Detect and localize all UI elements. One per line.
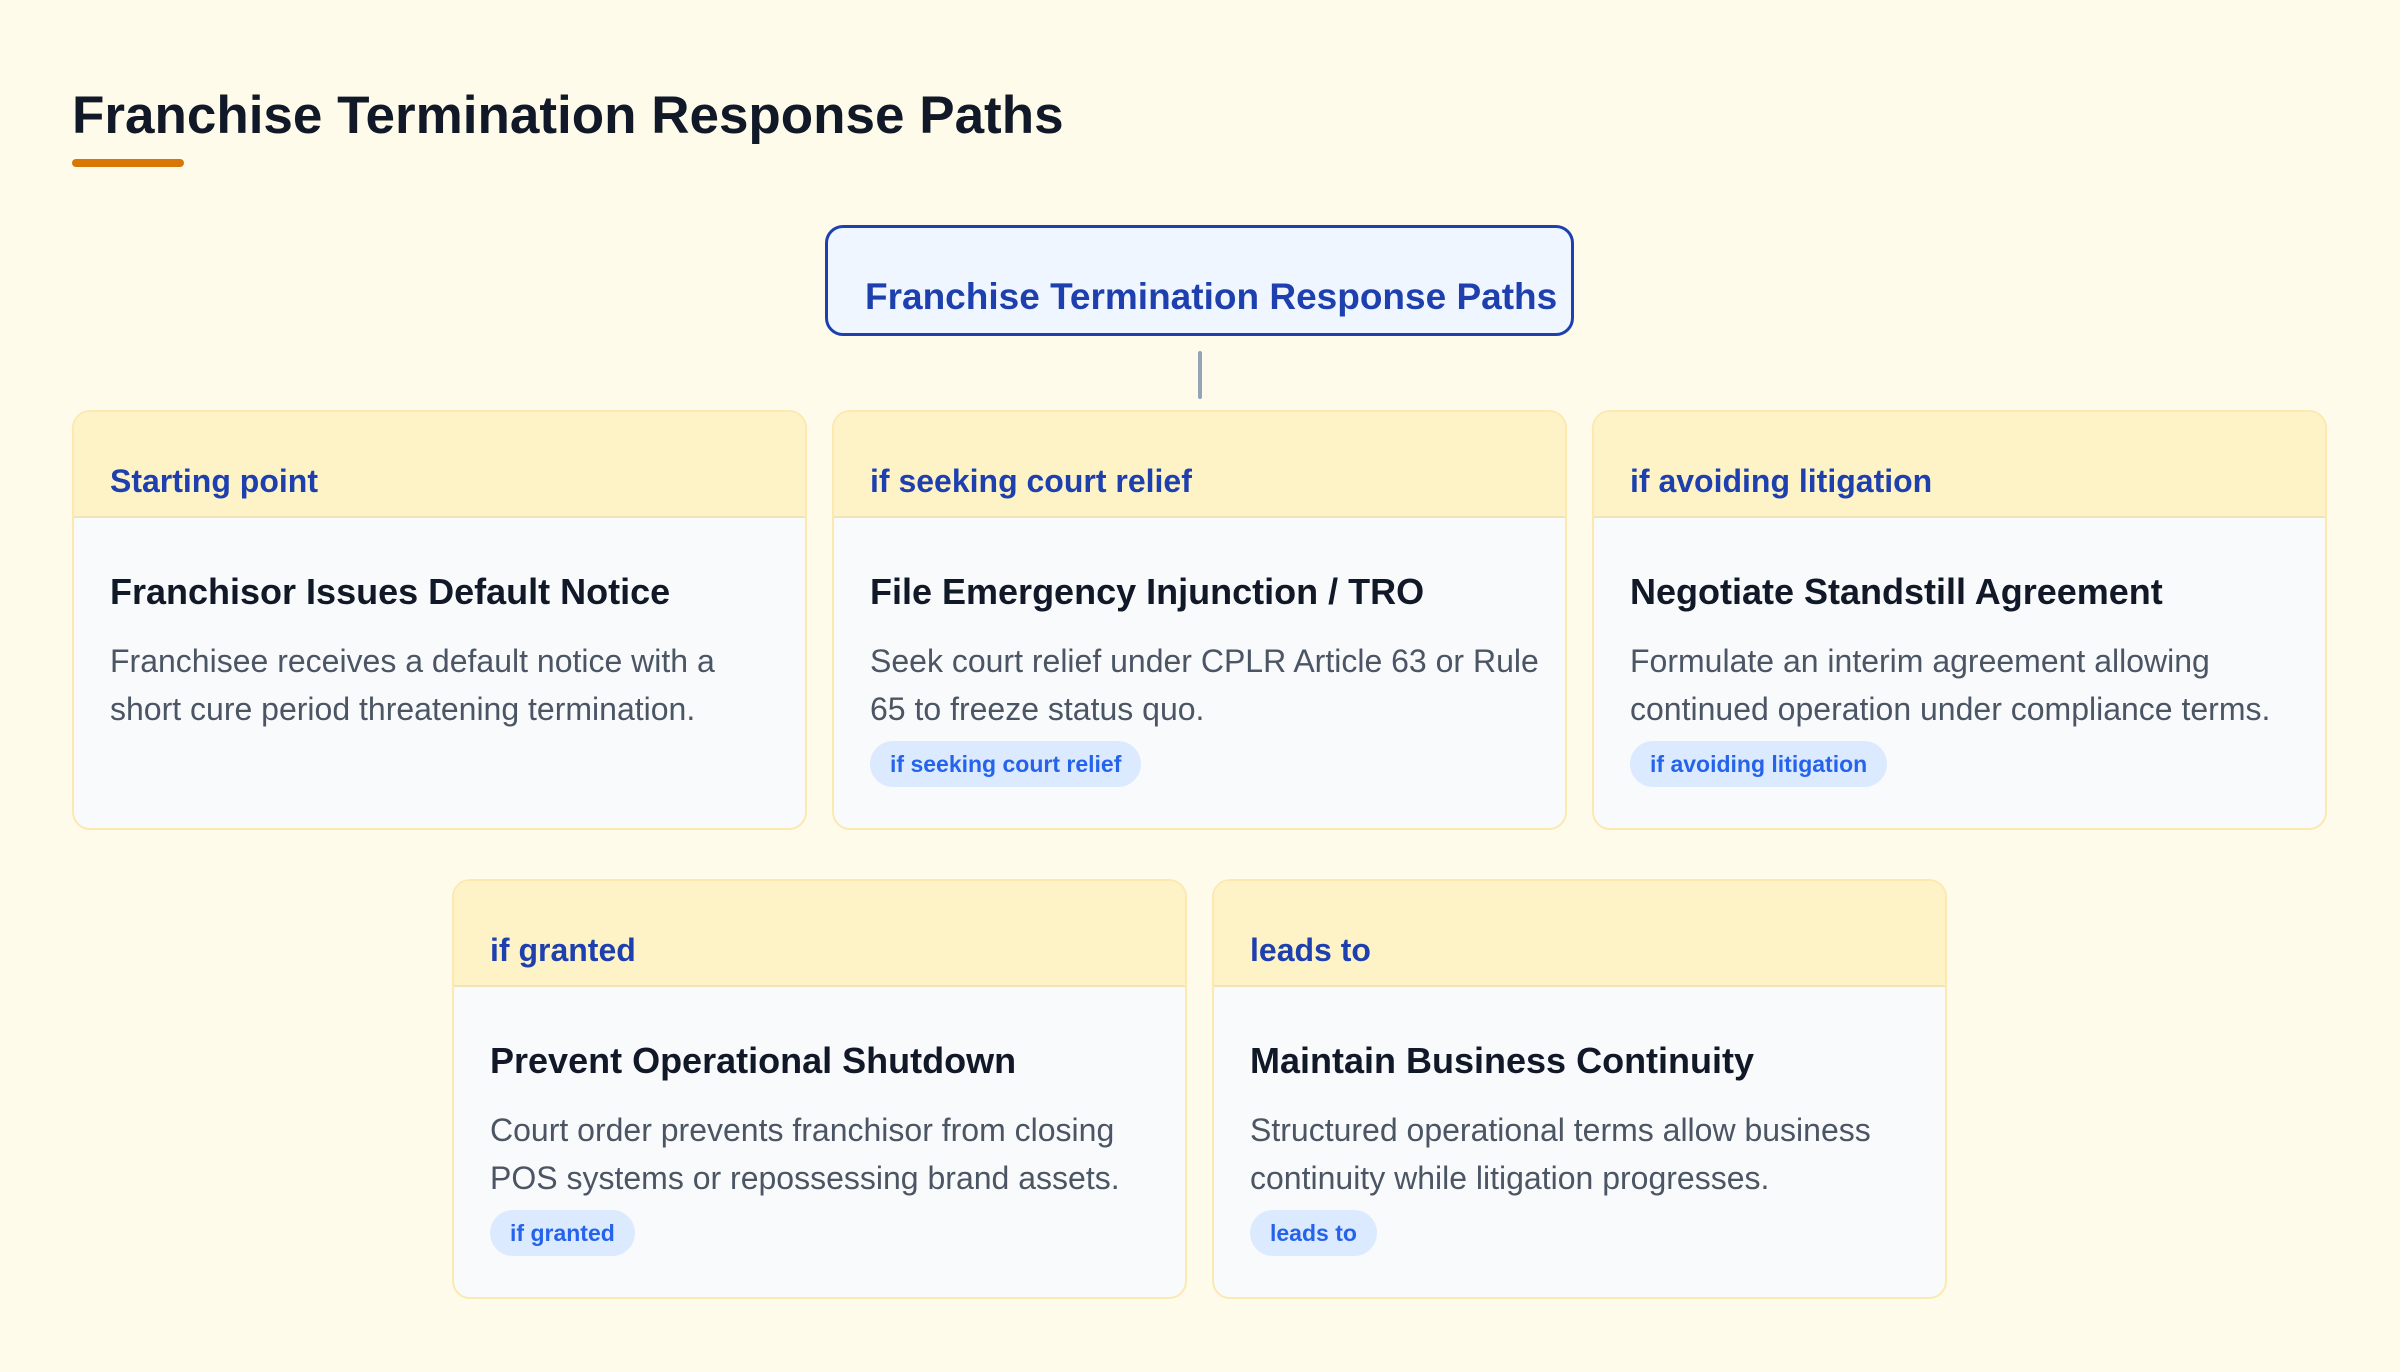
node-card-emergency-injunction: if seeking court relief File Emergency I… [832,410,1567,830]
card-title: Negotiate Standstill Agreement [1630,571,2163,612]
condition-badge: if seeking court relief [870,741,1142,787]
card-condition: if seeking court relief [870,463,1192,499]
root-node-label: Franchise Termination Response Paths [865,276,1558,317]
node-card-prevent-shutdown: if granted Prevent Operational Shutdown … [452,879,1187,1299]
page-title: Franchise Termination Response Paths [72,86,1064,145]
card-title: Franchisor Issues Default Notice [110,571,671,612]
node-card-business-continuity: leads to Maintain Business Continuity St… [1212,879,1947,1299]
card-title: File Emergency Injunction / TRO [870,571,1425,612]
root-connector [1198,351,1202,399]
card-title: Prevent Operational Shutdown [490,1040,1017,1081]
card-condition: if avoiding litigation [1630,463,1933,499]
root-node: Franchise Termination Response Paths [825,225,1574,336]
card-description: Franchisee receives a default notice wit… [110,643,715,727]
card-condition: if granted [490,932,636,968]
node-card-default-notice: Starting point Franchisor Issues Default… [72,410,807,830]
card-description: Court order prevents franchisor from clo… [490,1112,1120,1196]
condition-badge: if avoiding litigation [1630,741,1888,787]
node-card-standstill-agreement: if avoiding litigation Negotiate Standst… [1592,410,2327,830]
card-title: Maintain Business Continuity [1250,1040,1755,1081]
card-description: Structured operational terms allow busin… [1250,1112,1871,1196]
card-condition: Starting point [110,463,318,499]
card-description: Seek court relief under CPLR Article 63 … [870,643,1539,727]
card-condition: leads to [1250,932,1371,968]
card-description: Formulate an interim agreement allowing … [1630,643,2271,727]
title-underline [72,159,184,167]
condition-badge: if granted [490,1210,635,1256]
condition-badge: leads to [1250,1210,1377,1256]
